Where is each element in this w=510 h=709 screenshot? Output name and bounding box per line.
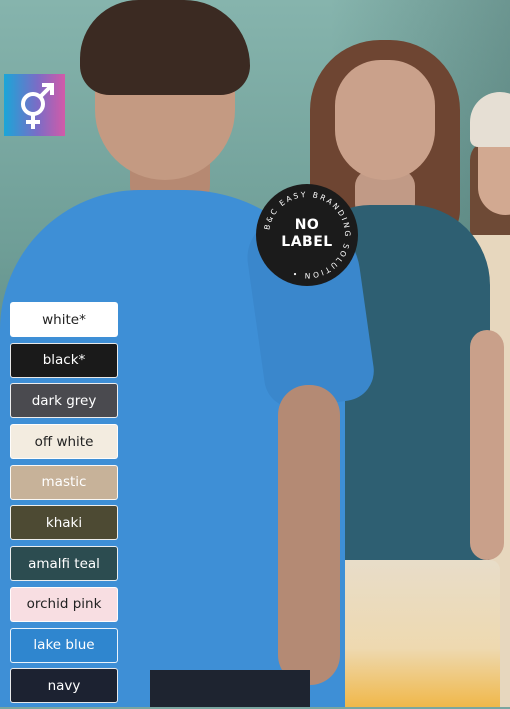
color-swatch-lake-blue[interactable]: lake blue xyxy=(10,627,118,663)
color-swatch-orchid-pink[interactable]: orchid pink xyxy=(10,586,118,622)
unisex-badge xyxy=(4,74,65,136)
gender-symbol-icon xyxy=(13,79,57,131)
color-swatch-amalfi-teal[interactable]: amalfi teal xyxy=(10,546,118,582)
no-label-line2: LABEL xyxy=(281,234,333,250)
model-middle-head xyxy=(335,60,435,180)
color-swatch-off-white[interactable]: off white xyxy=(10,424,118,460)
model-left-hair xyxy=(80,0,250,95)
color-swatch-black[interactable]: black* xyxy=(10,342,118,378)
no-label-line1: NO xyxy=(294,217,320,233)
color-swatch-navy[interactable]: navy xyxy=(10,668,118,704)
color-swatch-mastic[interactable]: mastic xyxy=(10,464,118,500)
color-swatch-dark-grey[interactable]: dark grey xyxy=(10,383,118,419)
no-label-text: NO LABEL xyxy=(256,217,358,251)
model-left-tattooed-arm xyxy=(278,385,340,685)
model-middle-arm xyxy=(470,330,504,560)
color-swatch-list: white* black* dark grey off white mastic khak… xyxy=(10,302,120,709)
no-label-badge: B&C EASY BRANDING SOLUTION • NO LABEL xyxy=(256,184,358,286)
model-left-pants xyxy=(150,670,310,707)
color-swatch-white[interactable]: white* xyxy=(10,302,118,337)
color-swatch-khaki[interactable]: khaki xyxy=(10,505,118,541)
